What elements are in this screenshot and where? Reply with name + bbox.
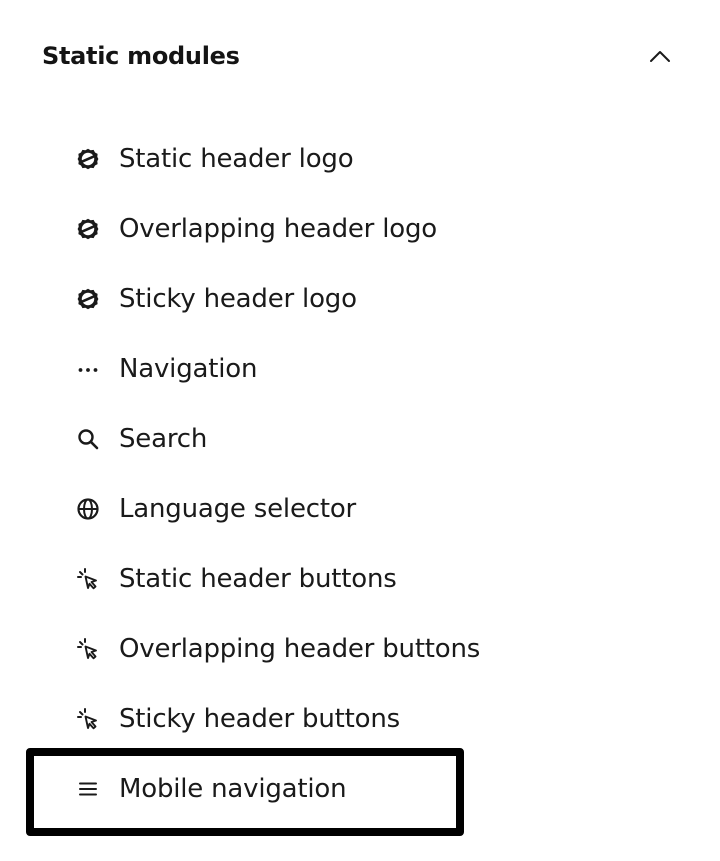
module-item-navigation[interactable]: Navigation: [74, 334, 634, 404]
module-label: Overlapping header logo: [119, 214, 437, 244]
module-label: Sticky header logo: [119, 284, 357, 314]
more-horizontal-icon: [74, 355, 102, 383]
module-item-overlapping-header-buttons[interactable]: Overlapping header buttons: [74, 614, 634, 684]
module-item-overlapping-header-logo[interactable]: Overlapping header logo: [74, 194, 634, 264]
module-item-mobile-navigation[interactable]: Mobile navigation: [74, 754, 634, 824]
module-list: Static header logo Overlapping header lo…: [74, 124, 634, 824]
module-label: Mobile navigation: [119, 774, 347, 804]
module-item-static-header-buttons[interactable]: Static header buttons: [74, 544, 634, 614]
module-item-sticky-header-buttons[interactable]: Sticky header buttons: [74, 684, 634, 754]
module-label: Static header logo: [119, 144, 354, 174]
hamburger-menu-icon: [74, 775, 102, 803]
module-item-sticky-header-logo[interactable]: Sticky header logo: [74, 264, 634, 334]
module-label: Language selector: [119, 494, 357, 524]
module-item-search[interactable]: Search: [74, 404, 634, 474]
click-cursor-icon: [74, 635, 102, 663]
click-cursor-icon: [74, 705, 102, 733]
chevron-up-icon[interactable]: [646, 42, 674, 70]
static-modules-header[interactable]: Static modules: [42, 28, 678, 84]
globe-icon: [74, 495, 102, 523]
module-item-static-header-logo[interactable]: Static header logo: [74, 124, 634, 194]
logo-icon: [74, 215, 102, 243]
click-cursor-icon: [74, 565, 102, 593]
module-label: Search: [119, 424, 208, 454]
module-label: Static header buttons: [119, 564, 397, 594]
module-item-language-selector[interactable]: Language selector: [74, 474, 634, 544]
module-label: Overlapping header buttons: [119, 634, 481, 664]
module-label: Navigation: [119, 354, 258, 384]
module-label: Sticky header buttons: [119, 704, 400, 734]
search-icon: [74, 425, 102, 453]
section-title: Static modules: [42, 42, 240, 70]
logo-icon: [74, 285, 102, 313]
logo-icon: [74, 145, 102, 173]
